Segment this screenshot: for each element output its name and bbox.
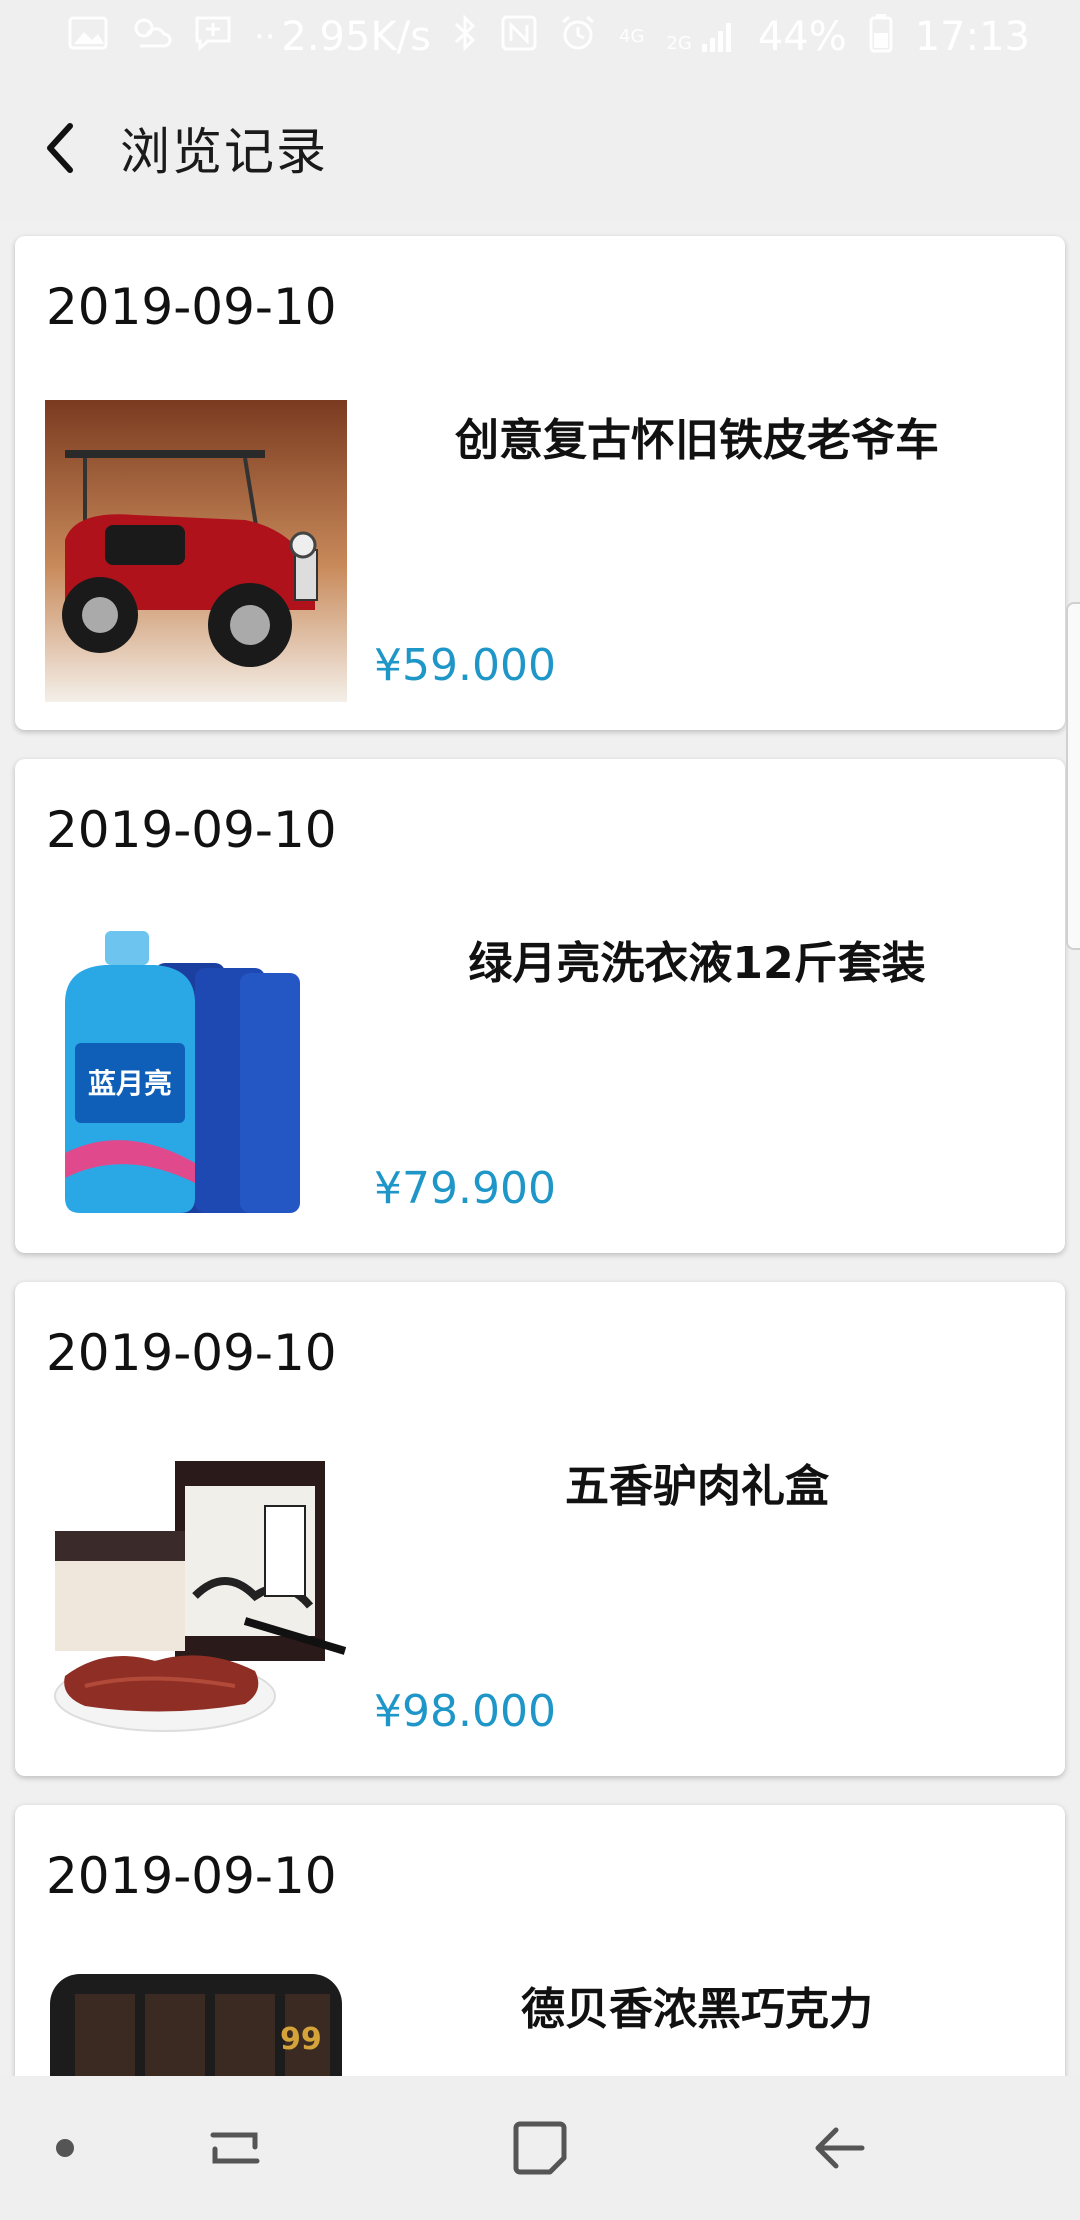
- history-date: 2019-09-10: [46, 278, 337, 336]
- signal-icon: 2G: [666, 20, 735, 54]
- network-type-icon: 4G: [619, 26, 645, 47]
- chevron-left-icon: [47, 123, 73, 173]
- history-card[interactable]: 2019-09-10 蓝月亮 绿月亮洗衣液12斤套装 ¥79.900: [15, 759, 1065, 1253]
- battery-icon: [869, 13, 893, 62]
- history-date: 2019-09-10: [46, 1324, 337, 1382]
- dot-icon: [56, 2139, 74, 2157]
- product-image-donkey-meat[interactable]: [45, 1446, 347, 1748]
- alarm-icon: [559, 14, 597, 61]
- product-name[interactable]: 德贝香浓黑巧克力: [357, 1973, 1037, 2037]
- product-image-chocolate[interactable]: 99: [45, 1969, 347, 2076]
- detergent-image: 蓝月亮: [45, 923, 347, 1225]
- message-icon: [194, 15, 232, 60]
- product-name[interactable]: 创意复古怀旧铁皮老爷车: [357, 404, 1037, 468]
- system-nav-bar: [0, 2076, 1080, 2220]
- system-back-button[interactable]: [795, 2076, 885, 2220]
- nfc-icon: [501, 15, 537, 60]
- app-bar: 浏览记录: [0, 74, 1080, 222]
- history-card[interactable]: 2019-09-10 创意复古怀旧铁皮老爷车 ¥59.000: [15, 236, 1065, 730]
- status-bar: ·· 2.95K/s 4G 2G 44% 17:13: [0, 0, 1080, 74]
- product-name[interactable]: 绿月亮洗衣液12斤套装: [357, 927, 1037, 991]
- back-arrow-icon: [815, 2127, 865, 2169]
- home-square-icon: [513, 2121, 567, 2175]
- more-notifications-icon: ··: [254, 17, 276, 57]
- weather-icon: [130, 16, 172, 59]
- vintage-car-image: [45, 400, 347, 702]
- clock: 17:13: [914, 14, 1030, 60]
- status-left-icons: ··: [68, 15, 276, 60]
- product-image-vintage-car[interactable]: [45, 400, 347, 702]
- history-date: 2019-09-10: [46, 1847, 337, 1905]
- back-button[interactable]: [0, 74, 120, 222]
- product-price: ¥79.900: [374, 1163, 556, 1214]
- product-price: ¥98.000: [374, 1686, 556, 1737]
- svg-text:99: 99: [280, 2022, 322, 2057]
- scroll-handle[interactable]: [1066, 602, 1080, 950]
- donkey-meat-gift-box-image: [45, 1446, 347, 1748]
- home-button[interactable]: [495, 2076, 585, 2220]
- network-type-secondary: 2G: [666, 33, 692, 54]
- product-name[interactable]: 五香驴肉礼盒: [357, 1450, 1037, 1514]
- history-date: 2019-09-10: [46, 801, 337, 859]
- history-list[interactable]: 2019-09-10 创意复古怀旧铁皮老爷车 ¥59.000 2019-09-1…: [0, 222, 1080, 2076]
- page-title: 浏览记录: [120, 123, 328, 181]
- status-right-icons: 2.95K/s 4G 2G 44% 17:13: [281, 13, 1030, 62]
- network-speed: 2.95K/s: [281, 14, 431, 60]
- battery-percent: 44%: [757, 14, 847, 60]
- history-card[interactable]: 2019-09-10 99 德贝香浓黑巧克力: [15, 1805, 1065, 2076]
- nav-dot-button[interactable]: [40, 2076, 90, 2220]
- history-card[interactable]: 2019-09-10 五香驴肉礼盒 ¥98.000: [15, 1282, 1065, 1776]
- svg-text:蓝月亮: 蓝月亮: [88, 1067, 172, 1100]
- recent-apps-icon: [210, 2132, 260, 2164]
- gallery-icon: [68, 16, 108, 59]
- product-image-detergent[interactable]: 蓝月亮: [45, 923, 347, 1225]
- bluetooth-icon: [453, 13, 479, 61]
- chocolate-image: 99: [45, 1969, 347, 2076]
- recent-apps-button[interactable]: [190, 2076, 280, 2220]
- product-price: ¥59.000: [374, 640, 556, 691]
